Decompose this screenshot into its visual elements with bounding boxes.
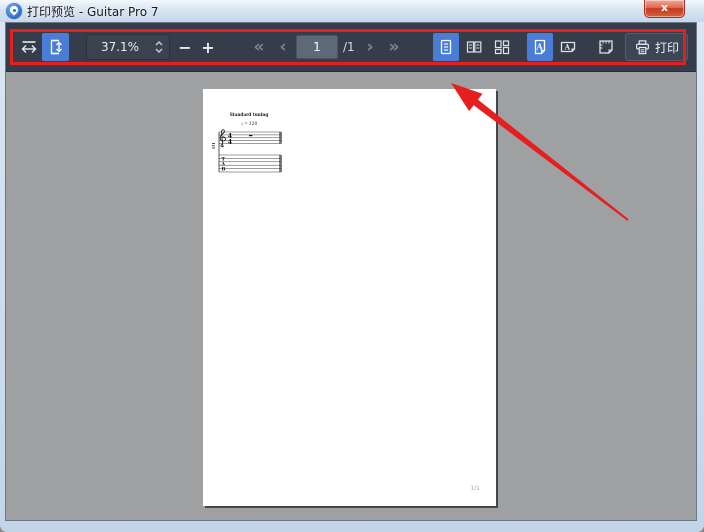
multi-page-grid-icon (494, 40, 510, 55)
svg-text:A: A (535, 42, 543, 52)
guitar-pro-app-icon (6, 3, 22, 19)
landscape-orientation-button[interactable]: A (555, 33, 581, 61)
multi-page-view-button[interactable] (489, 33, 515, 61)
spinner-arrows-icon (155, 41, 163, 53)
current-page-input[interactable] (296, 35, 338, 59)
first-page-button[interactable]: « (247, 34, 271, 60)
page-number-label: 1/1 (470, 485, 480, 492)
app-icon-pin-dot (12, 8, 16, 12)
minus-icon: − (178, 37, 192, 57)
track-label-mark (212, 143, 215, 144)
two-page-view-button[interactable] (461, 33, 487, 61)
single-page-view-button[interactable] (433, 33, 459, 61)
print-button[interactable]: 打印 (625, 33, 688, 61)
tab-staff (219, 154, 281, 173)
tuning-text: Standard tuning (230, 112, 269, 117)
last-page-button[interactable]: » (382, 34, 406, 60)
last-page-icon: » (388, 37, 400, 57)
treble-clef (219, 129, 226, 148)
fit-height-icon (50, 39, 62, 55)
previous-page-icon: ‹ (279, 37, 287, 57)
fit-width-icon (21, 41, 36, 53)
portrait-orientation-button[interactable]: A (527, 33, 553, 61)
zoom-level-select[interactable]: 37.1% (86, 34, 170, 60)
close-icon: x (660, 1, 669, 14)
close-button[interactable]: x (644, 0, 685, 18)
track-label-mark (212, 147, 215, 149)
next-page-icon: › (366, 37, 374, 57)
landscape-icon: A (560, 41, 576, 53)
titlebar: 打印预览 - Guitar Pro 7 x (0, 0, 704, 22)
print-button-label: 打印 (654, 40, 679, 55)
printer-icon (636, 39, 649, 54)
fit-width-button[interactable] (16, 34, 41, 60)
print-preview-window: 打印预览 - Guitar Pro 7 x 37.1% − + « ‹ 1 /1… (0, 0, 704, 532)
plus-icon: + (201, 37, 215, 57)
page-total-label: /1 (343, 40, 355, 54)
zoom-in-button[interactable]: + (197, 34, 219, 60)
zoom-level-value: 37.1% (100, 40, 140, 54)
tempo-text: ♩ = 120 (241, 121, 257, 126)
content-area: 37.1% − + « ‹ /1 › (5, 22, 697, 521)
whole-rest (249, 134, 253, 137)
page-setup-button[interactable] (593, 33, 619, 61)
tab-letter-b: B (222, 166, 226, 172)
two-page-icon (466, 41, 482, 53)
single-page-icon (440, 39, 452, 55)
preview-page[interactable]: Standard tuning ♩ = 120 4 4 T A B 1/1 (203, 89, 496, 506)
first-page-icon: « (253, 37, 265, 57)
previous-page-button[interactable]: ‹ (274, 34, 292, 60)
page-setup-icon (599, 40, 613, 54)
svg-text:A: A (564, 42, 571, 51)
window-title: 打印预览 - Guitar Pro 7 (27, 5, 159, 19)
fit-height-button[interactable] (42, 33, 69, 61)
time-signature-bottom: 4 (228, 139, 232, 146)
portrait-icon: A (534, 39, 546, 55)
score-notation: Standard tuning ♩ = 120 4 4 T A B (212, 112, 282, 173)
toolbar: 37.1% − + « ‹ /1 › (6, 23, 696, 72)
track-label-mark (212, 145, 215, 147)
zoom-out-button[interactable]: − (174, 34, 196, 60)
next-page-button[interactable]: › (361, 34, 379, 60)
